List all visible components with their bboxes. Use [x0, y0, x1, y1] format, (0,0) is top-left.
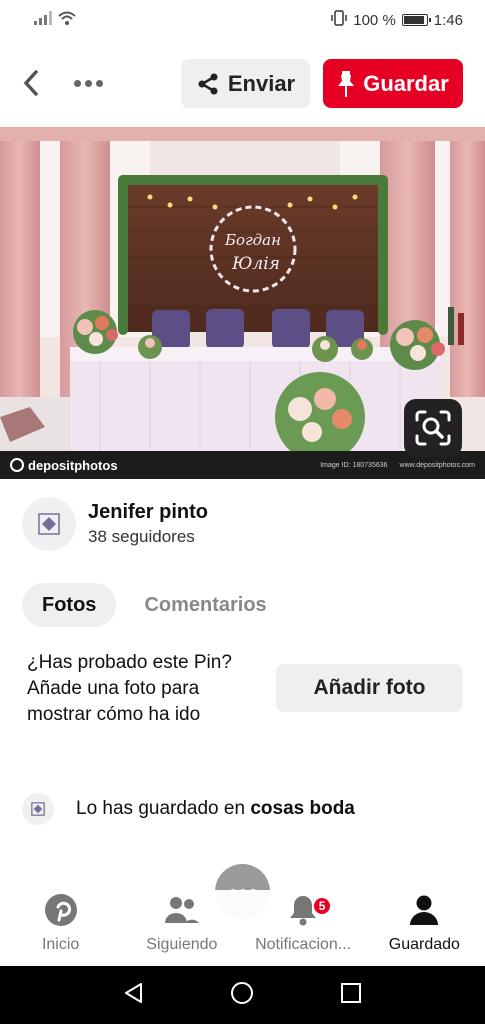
saved-prefix: Lo has guardado en: [76, 798, 246, 819]
dot-icon: [73, 79, 81, 87]
pin-icon: [338, 70, 355, 97]
watermark-brand: depositphotos: [28, 457, 118, 473]
pin-image[interactable]: Богдан Юлія depositphotos Image ID: 1807…: [0, 127, 485, 479]
add-photo-button[interactable]: Añadir foto: [276, 664, 463, 712]
system-navigation-bar: [0, 966, 485, 1024]
nav-item-following[interactable]: Siguiendo: [127, 890, 237, 954]
dot-icon: [95, 79, 103, 87]
visual-search-button[interactable]: [404, 399, 462, 457]
pin-toolbar: Enviar Guardar: [0, 58, 485, 110]
send-label: Enviar: [227, 70, 296, 96]
nav-label-following: Siguiendo: [146, 936, 218, 953]
nav-item-notifications[interactable]: 5 Notificacion...: [248, 890, 358, 954]
tab-comments[interactable]: Comentarios: [124, 583, 286, 627]
tab-photos[interactable]: Fotos: [22, 583, 117, 627]
chevron-left-icon: [23, 70, 38, 96]
board-name[interactable]: cosas boda: [250, 798, 355, 819]
back-triangle-icon[interactable]: [123, 982, 145, 1009]
status-bar: 100 % 1:46: [0, 0, 485, 40]
author-name[interactable]: Jenifer pinto: [88, 501, 208, 524]
avatar[interactable]: [22, 497, 76, 551]
back-button[interactable]: [14, 66, 48, 100]
try-pin-prompt: ¿Has probado este Pin? Añade una foto pa…: [27, 652, 232, 725]
more-options-button[interactable]: [66, 66, 110, 100]
bottom-navigation: Inicio Siguiendo 5 Notificacion... Guard…: [0, 890, 485, 966]
avatar-logo-icon: [38, 513, 60, 535]
recents-square-icon[interactable]: [340, 982, 362, 1009]
nav-label-home: Inicio: [41, 936, 80, 953]
home-circle-icon[interactable]: [230, 981, 254, 1010]
watermark-logo: depositphotos: [10, 458, 118, 473]
sign-text-1: Богдан: [224, 231, 281, 249]
clock: 1:46: [433, 11, 463, 29]
board-logo-icon: [31, 802, 45, 816]
notification-badge: 5: [312, 896, 333, 916]
pin-author[interactable]: Jenifer pinto 38 seguidores: [22, 496, 208, 552]
lens-search-icon: [415, 410, 451, 446]
send-button[interactable]: Enviar: [181, 59, 310, 108]
pinterest-icon: [41, 890, 81, 930]
save-button[interactable]: Guardar: [323, 59, 463, 108]
profile-icon: [404, 890, 444, 930]
nav-label-saved: Guardado: [388, 936, 460, 953]
depositphotos-logo-icon: [10, 458, 24, 472]
save-label: Guardar: [363, 70, 449, 96]
wifi-icon: [58, 11, 76, 29]
watermark-url: www.depositphotos.com: [399, 461, 475, 469]
signal-icon: [34, 11, 52, 29]
vibrate-icon: [331, 10, 347, 30]
battery-percent: 100 %: [353, 11, 396, 29]
nav-item-home[interactable]: Inicio: [6, 890, 116, 954]
people-icon: [162, 890, 202, 930]
battery-icon: [401, 14, 431, 26]
board-avatar: [22, 793, 54, 825]
nav-item-saved[interactable]: Guardado: [369, 890, 479, 954]
nav-label-notifications: Notificacion...: [255, 936, 352, 953]
watermark-id: Image ID: 180735636: [320, 461, 388, 469]
share-icon: [198, 73, 218, 94]
author-followers: 38 seguidores: [88, 527, 195, 546]
sign-text-2: Юлія: [231, 254, 280, 274]
content-tabs: Fotos Comentarios: [22, 583, 287, 627]
saved-to-board[interactable]: Lo has guardado en cosas boda: [22, 793, 355, 825]
dot-icon: [84, 79, 92, 87]
